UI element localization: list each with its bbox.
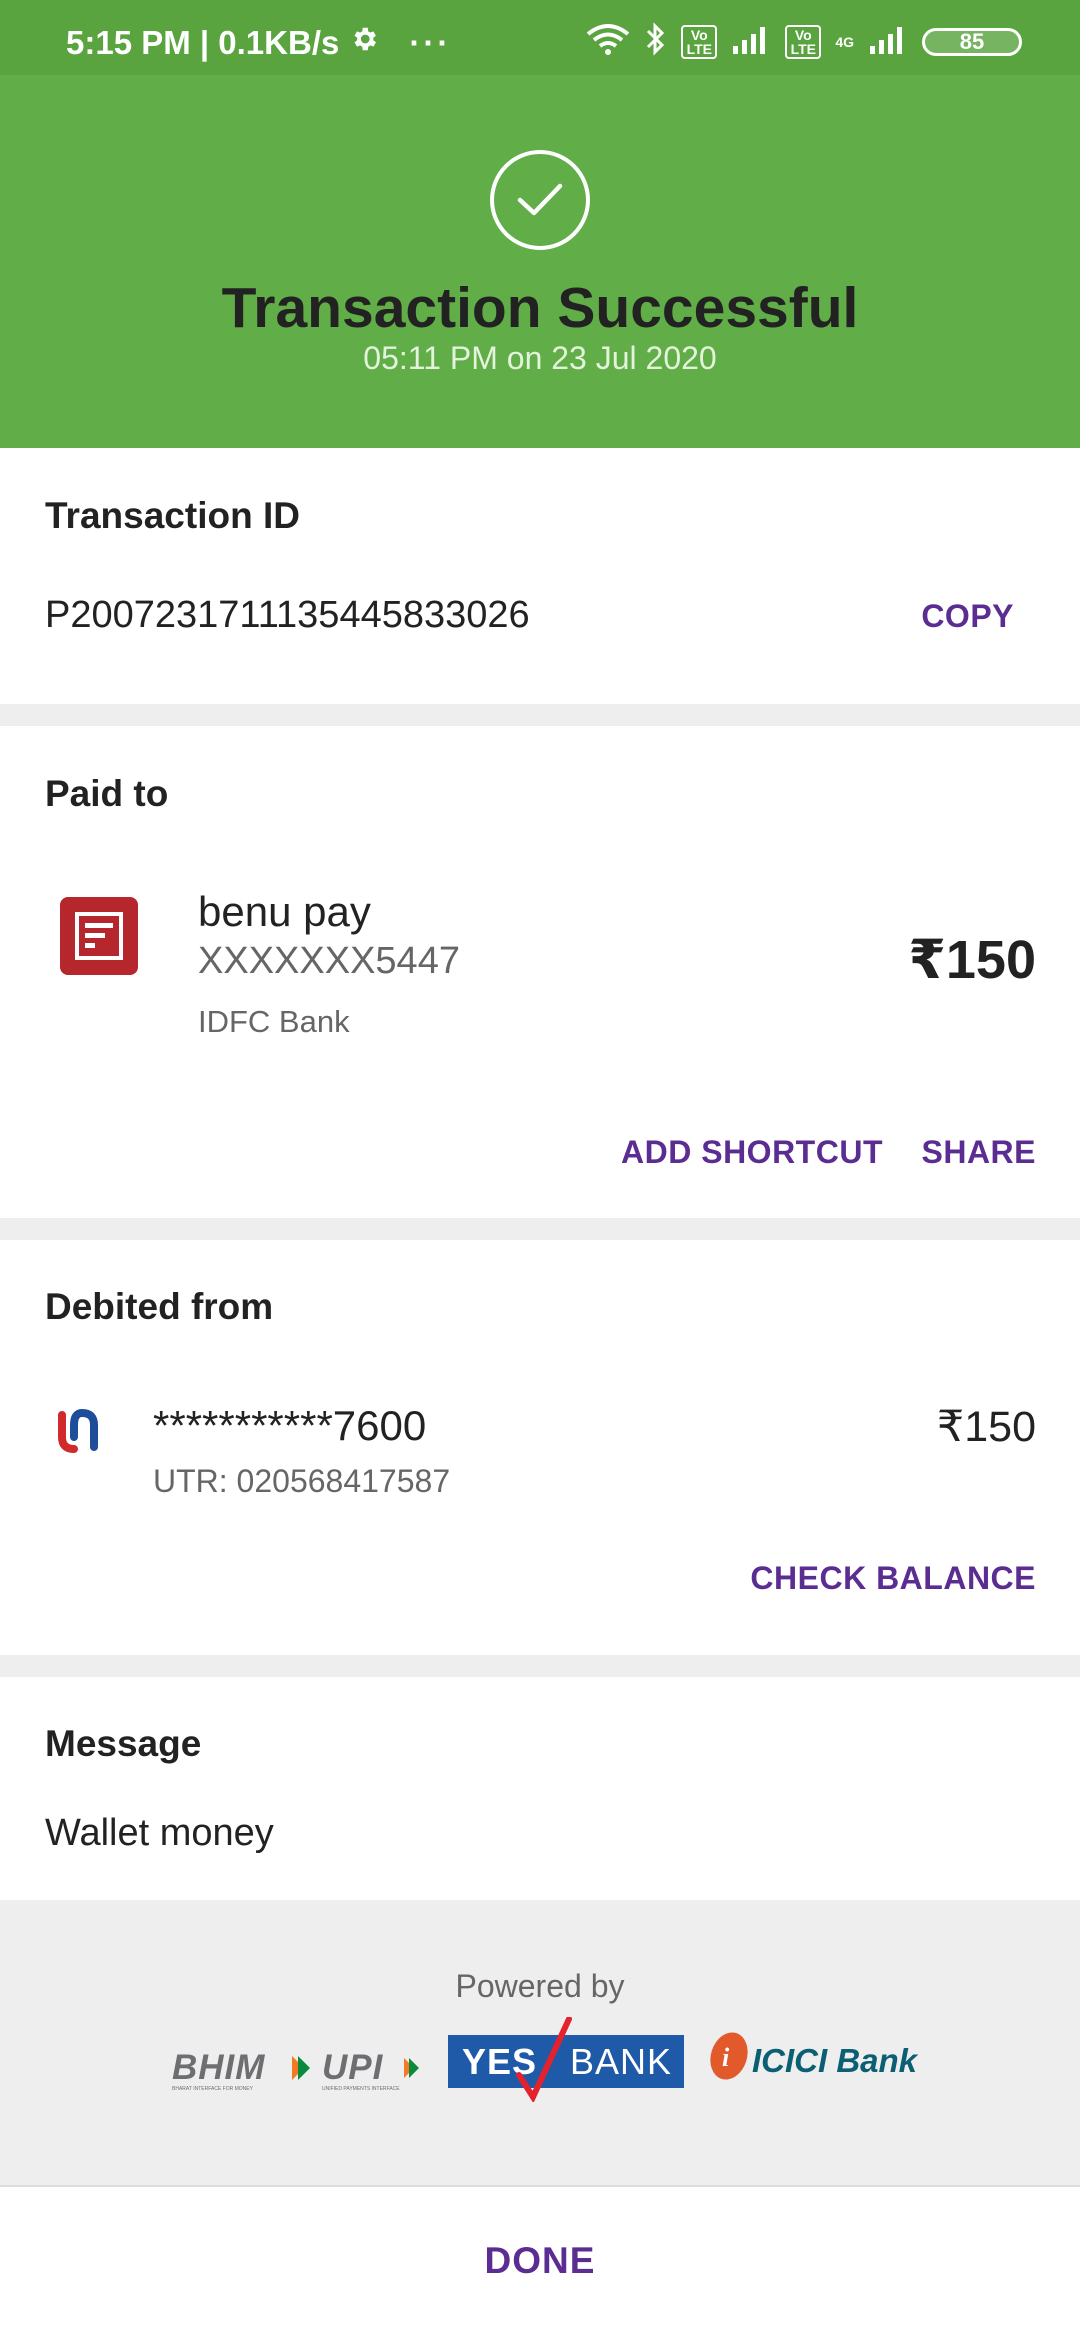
merchant-logo-icon bbox=[60, 897, 138, 975]
network-4g: 4G bbox=[835, 33, 854, 50]
svg-text:i: i bbox=[722, 2043, 730, 2072]
volte2: Vo LTE bbox=[785, 24, 822, 59]
signal-icon bbox=[731, 24, 771, 59]
paid-to-label: Paid to bbox=[45, 773, 169, 814]
transaction-id-value: P2007231711135445833026 bbox=[45, 594, 530, 636]
bhim-upi-logo: BHIM UPI BHARAT INTERFACE FOR MONEY UNIF… bbox=[172, 2048, 427, 2096]
upi-text: UPI bbox=[322, 2048, 384, 2087]
status-time: 5:15 PM | 0.1KB/s bbox=[66, 24, 340, 61]
transaction-id-label: Transaction ID bbox=[45, 495, 300, 536]
powered-by-label: Powered by bbox=[455, 1968, 625, 2004]
page-title: Transaction Successful bbox=[221, 276, 859, 340]
volte1: Vo LTE bbox=[681, 24, 718, 59]
bhim-tagline: BHARAT INTERFACE FOR MONEY bbox=[172, 2086, 253, 2092]
icici-bank-logo: i ICICI Bank bbox=[708, 2030, 946, 2090]
debited-from-label: Debited from bbox=[45, 1286, 274, 1327]
merchant-name: benu pay bbox=[198, 888, 371, 935]
debit-account: ***********7600 bbox=[153, 1402, 427, 1449]
done-button[interactable]: DONE bbox=[0, 2240, 1080, 2282]
battery-level: 85 bbox=[959, 28, 985, 54]
battery-icon: 85 bbox=[922, 27, 1022, 56]
share-button[interactable]: SHARE bbox=[921, 1134, 1036, 1171]
bank-text: BANK bbox=[570, 2041, 673, 2082]
check-icon bbox=[490, 150, 590, 250]
status-left: 5:15 PM | 0.1KB/s ··· bbox=[66, 24, 451, 62]
union-bank-icon bbox=[52, 1405, 104, 1457]
divider bbox=[0, 1218, 1080, 1240]
yes-bank-logo: YES BANK bbox=[448, 2017, 684, 2102]
upi-tagline: UNIFIED PAYMENTS INTERFACE bbox=[322, 2086, 400, 2092]
add-shortcut-button[interactable]: ADD SHORTCUT bbox=[621, 1134, 883, 1171]
signal-icon-2 bbox=[868, 24, 908, 59]
utr-number: UTR: 020568417587 bbox=[153, 1463, 451, 1499]
status-right: Vo LTE Vo LTE 4G 85 bbox=[585, 22, 1022, 61]
check-balance-button[interactable]: CHECK BALANCE bbox=[750, 1560, 1036, 1597]
more-dots: ··· bbox=[409, 24, 452, 61]
gear-icon bbox=[349, 24, 379, 62]
merchant-account: XXXXXXX5447 bbox=[198, 940, 460, 982]
message-label: Message bbox=[45, 1723, 202, 1764]
wifi-icon bbox=[585, 23, 631, 60]
divider bbox=[0, 1655, 1080, 1677]
paid-amount: ₹150 bbox=[908, 930, 1036, 990]
divider bbox=[0, 704, 1080, 726]
success-header bbox=[0, 75, 1080, 448]
message-text: Wallet money bbox=[45, 1812, 274, 1854]
status-bar: 5:15 PM | 0.1KB/s ··· Vo LTE Vo LTE 4G 8… bbox=[0, 0, 1080, 75]
merchant-bank: IDFC Bank bbox=[198, 1004, 350, 1039]
debit-amount: ₹150 bbox=[936, 1403, 1036, 1451]
icici-text: ICICI Bank bbox=[752, 2042, 918, 2079]
transaction-datetime: 05:11 PM on 23 Jul 2020 bbox=[363, 340, 717, 376]
bluetooth-icon bbox=[645, 22, 667, 61]
bhim-text: BHIM bbox=[172, 2048, 266, 2087]
copy-button[interactable]: COPY bbox=[921, 598, 1014, 635]
